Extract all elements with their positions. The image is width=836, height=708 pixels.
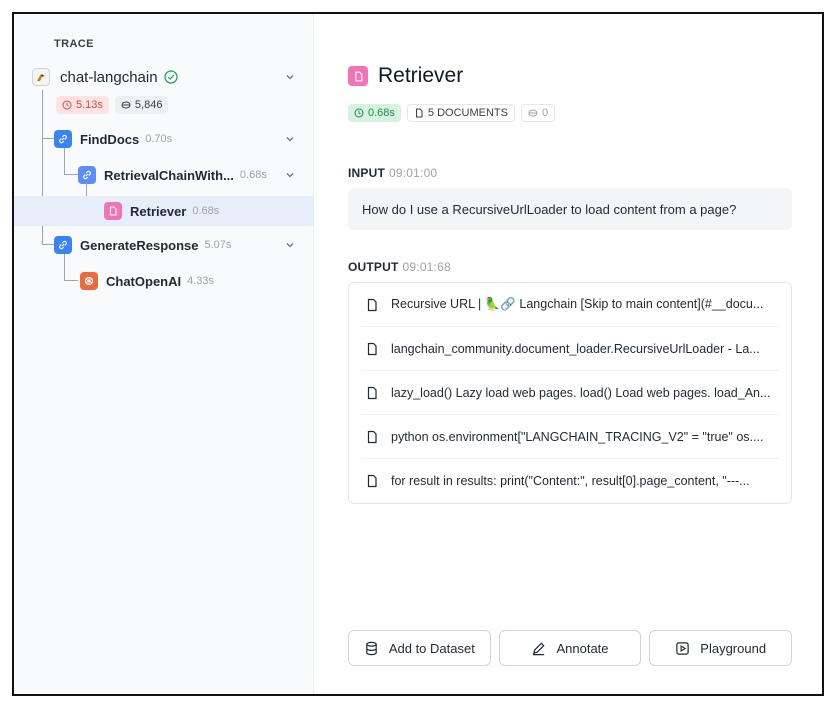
document-row[interactable]: lazy_load() Lazy load web pages. load() … <box>361 371 779 415</box>
document-preview: lazy_load() Lazy load web pages. load() … <box>391 385 771 400</box>
input-content: How do I use a RecursiveUrlLoader to loa… <box>348 188 792 230</box>
chevron-down-icon[interactable] <box>284 71 296 83</box>
trace-section-label: TRACE <box>54 38 94 50</box>
token-icon <box>121 101 131 109</box>
token-count-badge: 0 <box>520 104 556 122</box>
trace-root-row[interactable]: chat-langchain <box>14 62 314 92</box>
input-timestamp: 09:01:00 <box>389 166 438 180</box>
document-icon <box>365 386 379 400</box>
token-icon <box>528 109 538 117</box>
document-icon <box>365 474 379 488</box>
run-title: Retriever <box>348 64 463 88</box>
add-to-dataset-button[interactable]: Add to Dataset <box>348 630 491 666</box>
output-documents-list: Recursive URL | 🦜🔗 Langchain [Skip to ma… <box>348 282 792 504</box>
tree-item-chatopenai[interactable]: ChatOpenAI 4.33s <box>14 266 314 296</box>
chevron-down-icon[interactable] <box>284 169 296 181</box>
tree-item-label: Retriever <box>130 203 187 219</box>
trace-root-stats: 5.13s 5,846 <box>56 96 169 114</box>
token-count-badge: 5,846 <box>114 96 169 114</box>
tree-item-label: ChatOpenAI <box>106 273 182 289</box>
document-icon <box>415 108 423 118</box>
document-icon <box>365 298 379 312</box>
check-circle-icon <box>163 70 178 84</box>
document-preview: Recursive URL | 🦜🔗 Langchain [Skip to ma… <box>391 297 764 311</box>
tree-item-time: 0.68s <box>239 169 267 181</box>
tree-item-generateresponse[interactable]: GenerateResponse 5.07s <box>14 230 314 260</box>
playground-button[interactable]: Playground <box>649 630 793 666</box>
tree-item-label: FindDocs <box>80 131 140 147</box>
parrot-icon <box>32 68 50 86</box>
document-icon <box>104 202 122 220</box>
annotate-button[interactable]: Annotate <box>498 630 642 666</box>
document-icon <box>365 430 379 444</box>
document-preview: langchain_community.document_loader.Recu… <box>391 341 760 356</box>
link-icon <box>54 130 72 148</box>
tree-item-label: GenerateResponse <box>80 237 199 253</box>
document-row[interactable]: for result in results: print("Content:",… <box>361 459 779 503</box>
document-preview: python os.environment["LANGCHAIN_TRACING… <box>391 429 764 444</box>
tree-item-time: 4.33s <box>187 275 215 287</box>
chevron-down-icon[interactable] <box>284 239 296 251</box>
tree-item-retrievalchain[interactable]: RetrievalChainWith... 0.68s <box>14 160 314 190</box>
output-section-label: OUTPUT 09:01:68 <box>348 260 451 274</box>
link-icon <box>78 166 96 184</box>
run-detail-panel: Retriever 0.68s 5 DOCUMENTS 0 INPUT 09:01… <box>314 14 822 694</box>
latency-badge: 5.13s <box>56 96 109 114</box>
document-icon <box>348 66 368 86</box>
tree-item-finddocs[interactable]: FindDocs 0.70s <box>14 124 314 154</box>
clock-icon <box>354 108 364 118</box>
trace-root-name: chat-langchain <box>60 68 158 86</box>
link-icon <box>54 236 72 254</box>
run-stats: 0.68s 5 DOCUMENTS 0 <box>348 104 556 122</box>
trace-sidebar: TRACE chat-langchain 5.13s 5,846 FindDoc… <box>14 14 314 694</box>
trace-window: TRACE chat-langchain 5.13s 5,846 FindDoc… <box>12 12 824 696</box>
document-row[interactable]: python os.environment["LANGCHAIN_TRACING… <box>361 415 779 459</box>
documents-count-badge: 5 DOCUMENTS <box>406 104 515 122</box>
tree-item-label: RetrievalChainWith... <box>104 167 234 183</box>
action-bar: Add to Dataset Annotate Playground <box>348 630 793 666</box>
chevron-down-icon[interactable] <box>284 133 296 145</box>
input-section-label: INPUT 09:01:00 <box>348 166 438 180</box>
database-icon <box>366 641 377 655</box>
clock-icon <box>62 100 72 110</box>
latency-badge: 0.68s <box>348 104 401 122</box>
tree-item-retriever[interactable]: Retriever 0.68s <box>14 196 314 226</box>
tree-item-time: 0.70s <box>145 133 173 145</box>
run-title-text: Retriever <box>378 64 464 87</box>
document-row[interactable]: Recursive URL | 🦜🔗 Langchain [Skip to ma… <box>361 283 779 327</box>
tree-item-time: 5.07s <box>204 239 232 251</box>
tree-item-time: 0.68s <box>192 205 220 217</box>
output-timestamp: 09:01:68 <box>402 260 451 274</box>
document-preview: for result in results: print("Content:",… <box>391 474 750 488</box>
pen-icon <box>533 641 546 655</box>
play-square-icon <box>676 641 690 655</box>
openai-icon <box>80 272 98 290</box>
document-row[interactable]: langchain_community.document_loader.Recu… <box>361 327 779 371</box>
document-icon <box>365 342 379 356</box>
